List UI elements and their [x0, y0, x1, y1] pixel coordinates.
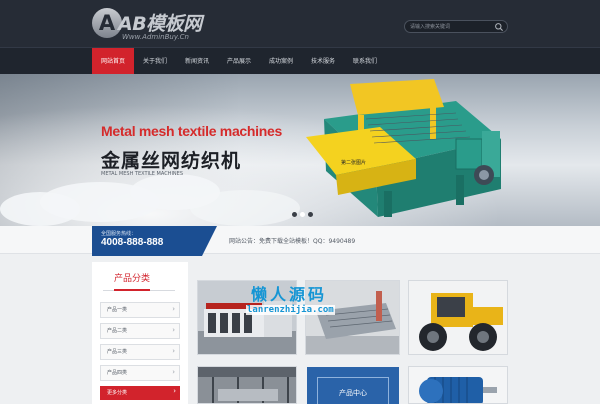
nav-item-about[interactable]: 关于我们	[134, 48, 176, 75]
banner-image-label: 第二张图片	[341, 160, 367, 166]
category-label: 产品四类	[107, 370, 128, 376]
nav-item-news[interactable]: 新闻资讯	[176, 48, 218, 75]
nav-item-contact[interactable]: 联系我们	[344, 48, 386, 75]
hotline-title: 全国服务热线：	[101, 231, 137, 237]
category-label: 产品三类	[107, 349, 128, 355]
chevron-right-icon: ›	[172, 305, 175, 313]
banner-headline-sub: METAL MESH TEXTILE MACHINES	[101, 171, 183, 177]
search-input[interactable]	[410, 21, 490, 32]
watermark-cn: 懒人源码	[251, 285, 328, 304]
category-label: 产品一类	[107, 307, 128, 313]
search-icon[interactable]	[494, 22, 504, 32]
category-item[interactable]: 产品三类 ›	[100, 344, 180, 360]
nav-item-products[interactable]: 产品展示	[218, 48, 260, 75]
sidebar-title: 产品分类	[114, 274, 151, 284]
category-label: 产品二类	[107, 328, 128, 334]
slider-dot-active[interactable]	[300, 212, 305, 217]
search-box	[404, 20, 508, 33]
nav-item-service[interactable]: 技术服务	[302, 48, 344, 75]
nav-item-home[interactable]: 网站首页	[92, 48, 134, 75]
hotline-number: 4008-888-888	[101, 237, 164, 248]
cloud-decoration	[190, 190, 300, 226]
banner-slider[interactable]: 第二张图片 Metal mesh textile machines 金属丝网纺织…	[0, 74, 600, 226]
product-center-label: 产品中心	[339, 389, 367, 397]
header: A AB模板网 Www.AdminBuy.Cn	[0, 0, 600, 47]
banner-headline-cn: 金属丝网纺织机	[101, 150, 242, 172]
product-center-box[interactable]: 产品中心	[307, 367, 399, 404]
slider-dots	[292, 212, 314, 218]
logo-text: AB模板网	[118, 13, 202, 35]
chevron-right-icon: ›	[172, 326, 175, 334]
logo-url: Www.AdminBuy.Cn	[122, 33, 189, 41]
site-logo[interactable]: A AB模板网 Www.AdminBuy.Cn	[92, 8, 222, 42]
title-underline	[114, 289, 150, 291]
slider-dot[interactable]	[308, 212, 313, 217]
more-label: 更多分类	[107, 390, 128, 396]
product-card[interactable]	[197, 366, 297, 404]
machine-image	[306, 79, 501, 217]
slider-dot[interactable]	[292, 212, 297, 217]
loader-vehicle-image	[409, 281, 507, 354]
chevron-right-icon: ›	[172, 368, 175, 376]
workshop-image	[198, 367, 296, 403]
chevron-right-icon: ›	[173, 387, 176, 395]
motor-image	[409, 367, 507, 403]
banner-headline-en: Metal mesh textile machines	[101, 123, 282, 139]
cloud-decoration	[0, 192, 80, 226]
nav-item-cases[interactable]: 成功案例	[260, 48, 302, 75]
more-categories-button[interactable]: 更多分类 ›	[100, 386, 180, 400]
chevron-right-icon: ›	[172, 347, 175, 355]
watermark-en: lanrenzhijia.com	[246, 305, 335, 315]
product-card[interactable]	[408, 366, 508, 404]
page: A AB模板网 Www.AdminBuy.Cn 网站首页 关于我们 新闻资讯 产…	[0, 0, 600, 404]
category-item[interactable]: 产品四类 ›	[100, 365, 180, 381]
category-item[interactable]: 产品一类 ›	[100, 302, 180, 318]
main-nav: 网站首页 关于我们 新闻资讯 产品展示 成功案例 技术服务 联系我们	[0, 47, 600, 75]
category-sidebar: 产品分类 产品一类 › 产品二类 › 产品三类 › 产品四类 › 更多分类 ›	[92, 262, 188, 404]
category-item[interactable]: 产品二类 ›	[100, 323, 180, 339]
notice-text[interactable]: 网站公告：免费下载全站模板！QQ：9490489	[229, 236, 355, 245]
product-card[interactable]	[408, 280, 508, 355]
